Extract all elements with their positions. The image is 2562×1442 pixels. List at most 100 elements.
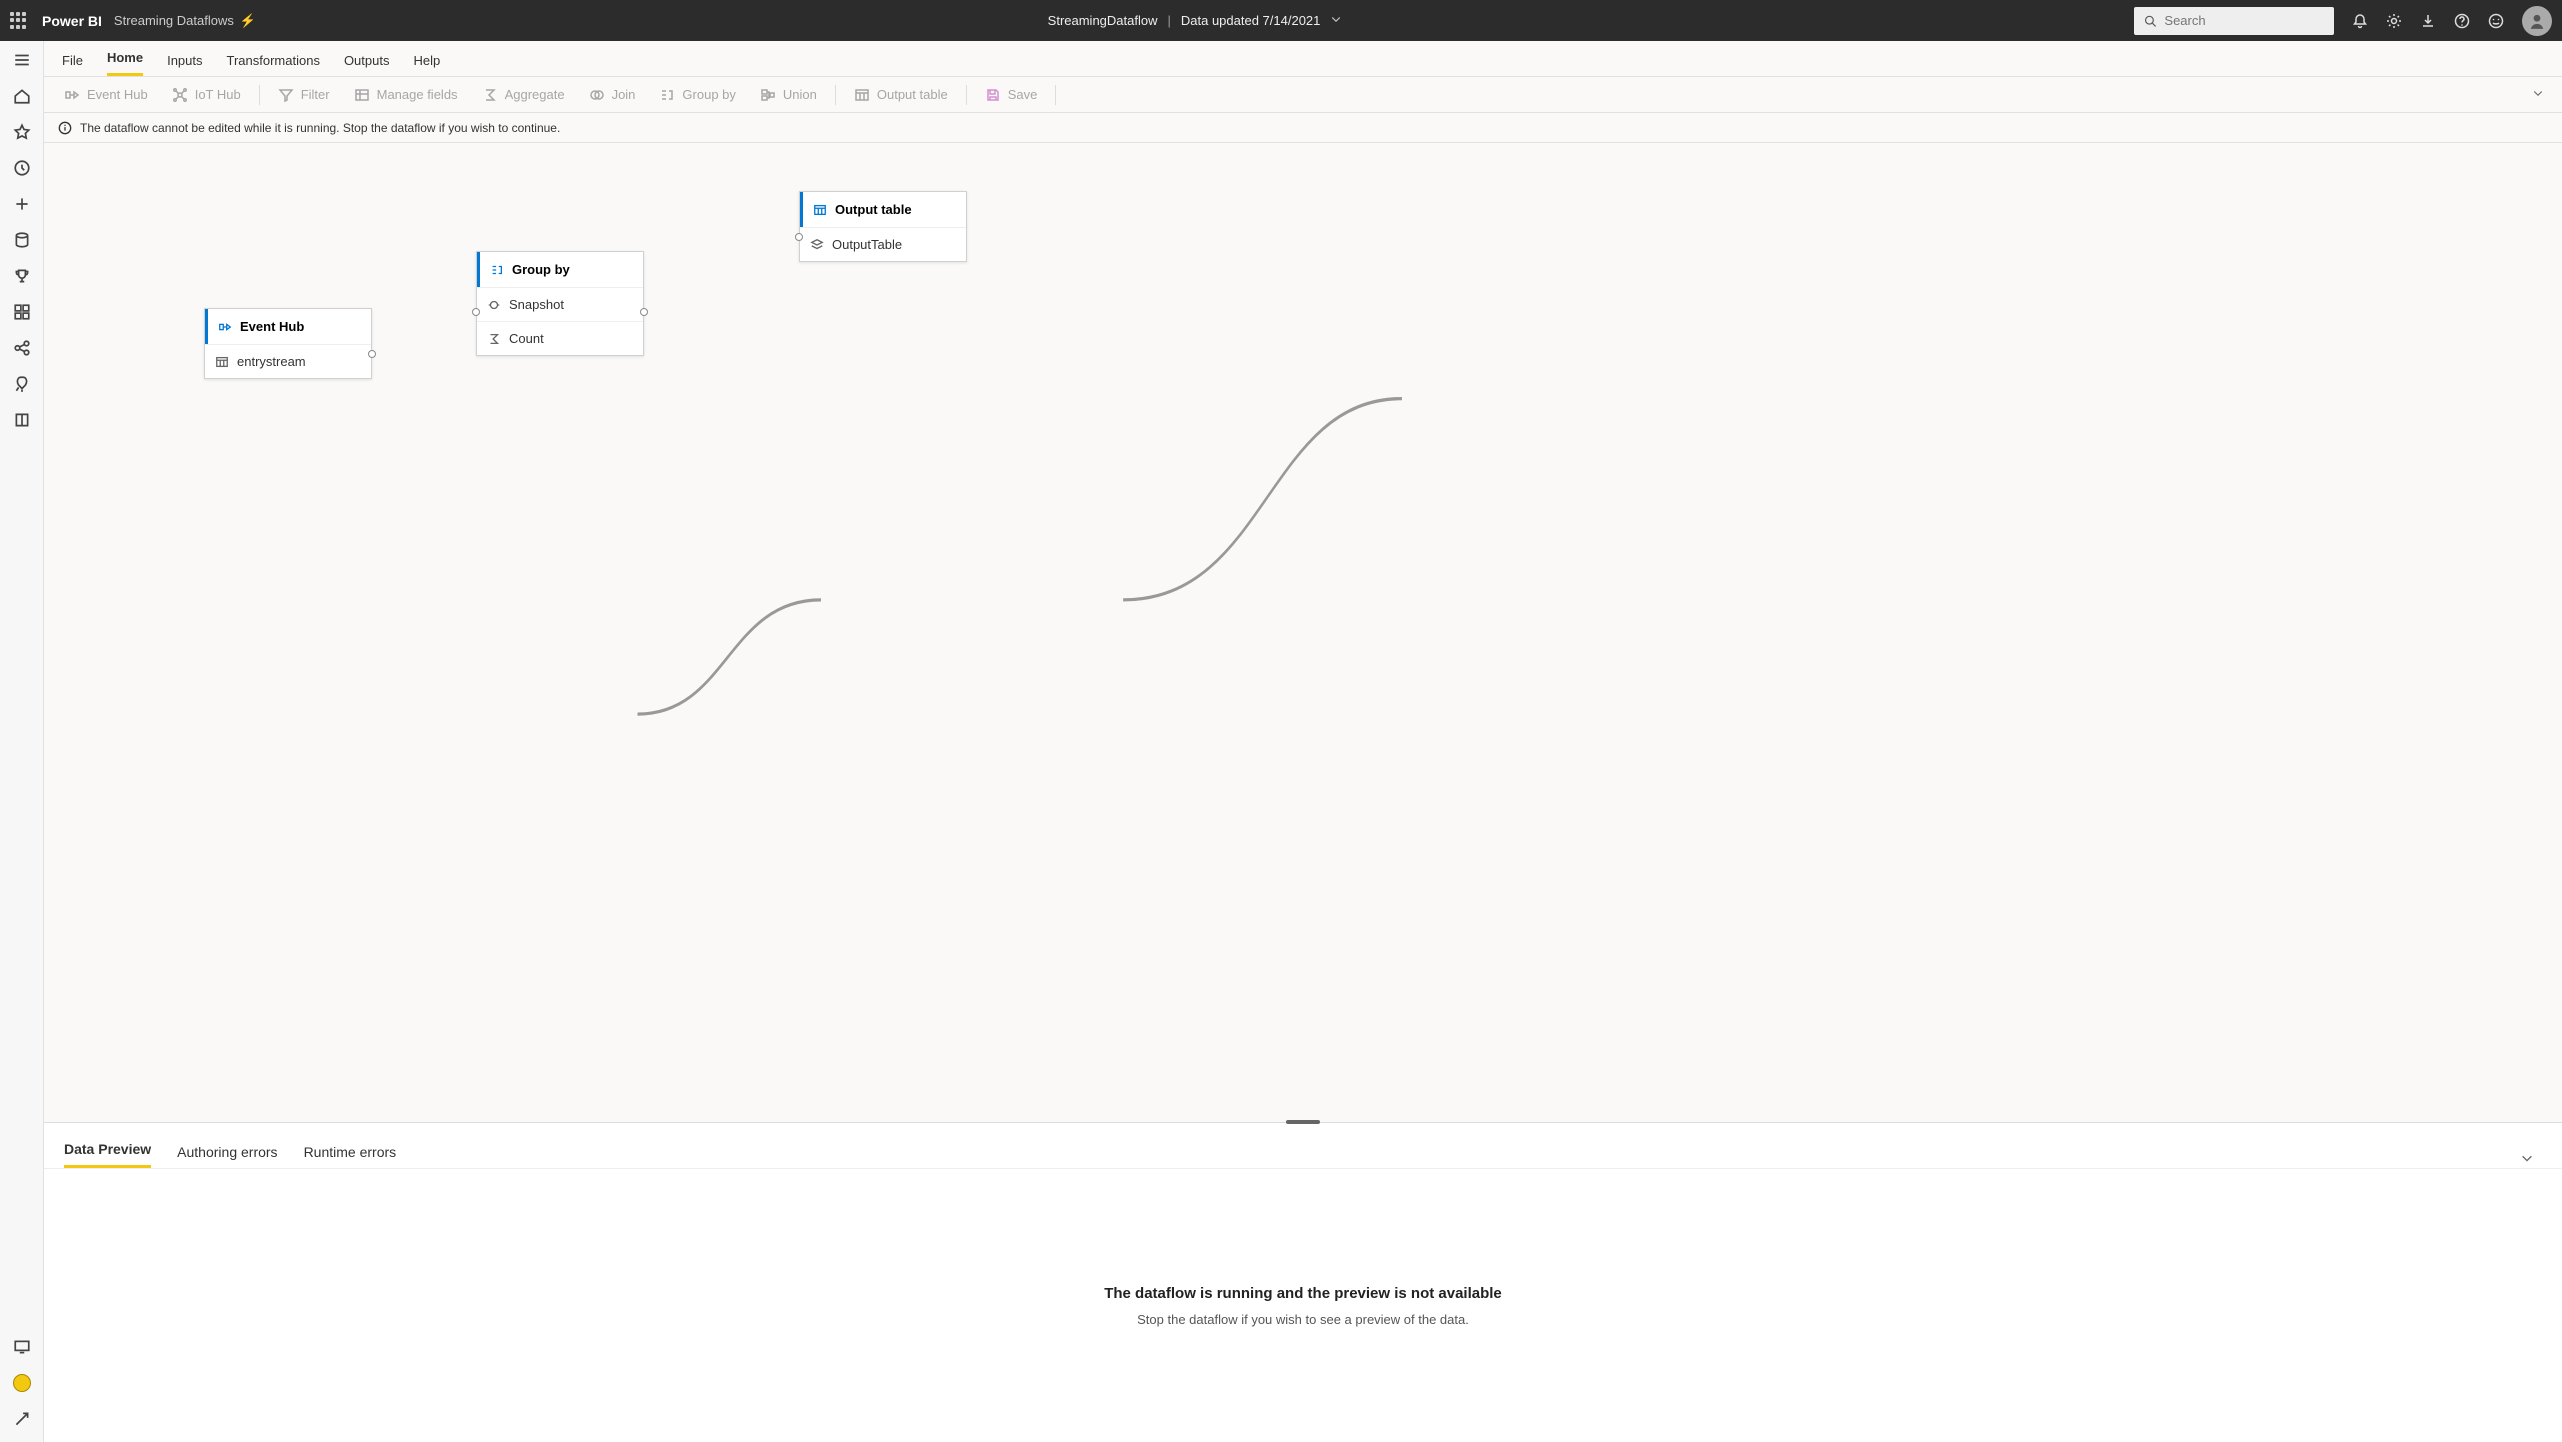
bp-tab-preview[interactable]: Data Preview [64, 1133, 151, 1168]
tab-help[interactable]: Help [413, 45, 440, 76]
ribbon-group-by-label: Group by [682, 87, 735, 102]
monitor-icon[interactable] [13, 1338, 31, 1356]
apps-icon[interactable] [13, 303, 31, 321]
ribbon-union-label: Union [783, 87, 817, 102]
hamburger-icon[interactable] [13, 51, 31, 69]
group-by-icon [659, 87, 675, 103]
bottom-panel-content: The dataflow is running and the preview … [44, 1169, 2562, 1442]
bp-tab-runtime[interactable]: Runtime errors [304, 1136, 397, 1168]
app-name: Power BI [42, 13, 102, 29]
aggregate-icon [482, 87, 498, 103]
ribbon-aggregate: Aggregate [472, 77, 575, 112]
ribbon-manage-fields-label: Manage fields [377, 87, 458, 102]
snapshot-icon [487, 298, 501, 312]
ribbon-filter-label: Filter [301, 87, 330, 102]
settings-icon[interactable] [2386, 13, 2402, 29]
book-icon[interactable] [13, 411, 31, 429]
bottom-panel: Data Preview Authoring errors Runtime er… [44, 1122, 2562, 1442]
drag-handle[interactable] [1286, 1120, 1320, 1124]
iot-hub-icon [172, 87, 188, 103]
node-group-by-row1: Snapshot [509, 297, 564, 312]
ribbon-iot-hub: IoT Hub [162, 77, 251, 112]
ribbon: Event Hub IoT Hub Filter Manage fields [44, 77, 2562, 113]
ribbon-save: Save [975, 77, 1048, 112]
ribbon-join: Join [579, 77, 646, 112]
trophy-icon[interactable] [13, 267, 31, 285]
infobar: The dataflow cannot be edited while it i… [44, 113, 2562, 143]
output-port[interactable] [640, 308, 648, 316]
ribbon-chevron[interactable] [2524, 87, 2552, 102]
ribbon-output-table: Output table [844, 77, 958, 112]
ribbon-group-by: Group by [649, 77, 745, 112]
tab-home[interactable]: Home [107, 42, 143, 76]
table-icon [215, 355, 229, 369]
tab-inputs[interactable]: Inputs [167, 45, 202, 76]
dataflow-name: StreamingDataflow [1048, 13, 1158, 28]
left-nav [0, 41, 44, 1442]
tab-file[interactable]: File [62, 45, 83, 76]
input-port[interactable] [795, 233, 803, 241]
workspace-badge[interactable] [13, 1374, 31, 1392]
tab-transformations[interactable]: Transformations [227, 45, 320, 76]
ribbon-iot-hub-label: IoT Hub [195, 87, 241, 102]
help-icon[interactable] [2454, 13, 2470, 29]
ribbon-event-hub-label: Event Hub [87, 87, 148, 102]
updated-text: Data updated 7/14/2021 [1181, 13, 1321, 28]
layer-icon [810, 238, 824, 252]
waffle-menu[interactable] [10, 12, 28, 30]
share-icon[interactable] [13, 339, 31, 357]
join-icon [589, 87, 605, 103]
node-group-by-title: Group by [512, 262, 570, 277]
event-hub-icon [218, 320, 232, 334]
expand-icon[interactable] [13, 1410, 31, 1428]
chevron-down-icon[interactable] [1330, 13, 1342, 28]
info-icon [58, 121, 72, 135]
manage-fields-icon [354, 87, 370, 103]
ribbon-event-hub: Event Hub [54, 77, 158, 112]
bp-message-sub: Stop the dataflow if you wish to see a p… [1137, 1312, 1469, 1327]
star-icon[interactable] [13, 123, 31, 141]
search-box[interactable] [2134, 7, 2334, 35]
node-event-hub-title: Event Hub [240, 319, 304, 334]
home-icon[interactable] [13, 87, 31, 105]
bp-tab-authoring[interactable]: Authoring errors [177, 1136, 277, 1168]
node-group-by-row2: Count [509, 331, 544, 346]
save-icon [985, 87, 1001, 103]
bp-message-title: The dataflow is running and the preview … [1104, 1285, 1502, 1302]
output-port[interactable] [368, 350, 376, 358]
event-hub-icon [64, 87, 80, 103]
ribbon-manage-fields: Manage fields [344, 77, 468, 112]
infobar-text: The dataflow cannot be edited while it i… [80, 121, 560, 135]
ribbon-output-table-label: Output table [877, 87, 948, 102]
plus-icon[interactable] [13, 195, 31, 213]
ribbon-aggregate-label: Aggregate [505, 87, 565, 102]
search-input[interactable] [2164, 13, 2324, 28]
ribbon-union: Union [750, 77, 827, 112]
output-table-icon [854, 87, 870, 103]
rocket-icon[interactable] [13, 375, 31, 393]
union-icon [760, 87, 776, 103]
input-port[interactable] [472, 308, 480, 316]
output-table-icon [813, 203, 827, 217]
download-icon[interactable] [2420, 13, 2436, 29]
canvas[interactable]: Event Hub entrystream Group by [44, 143, 2562, 1122]
avatar[interactable] [2522, 6, 2552, 36]
bottom-panel-chevron[interactable] [2512, 1151, 2542, 1168]
database-icon[interactable] [13, 231, 31, 249]
bolt-icon: ⚡ [240, 13, 256, 29]
recent-icon[interactable] [13, 159, 31, 177]
node-event-hub[interactable]: Event Hub entrystream [204, 308, 372, 379]
workspace-name: Streaming Dataflows [114, 13, 234, 28]
ribbon-join-label: Join [612, 87, 636, 102]
node-group-by[interactable]: Group by Snapshot Count [476, 251, 644, 356]
ribbon-save-label: Save [1008, 87, 1038, 102]
group-by-icon [490, 263, 504, 277]
node-output-table[interactable]: Output table OutputTable [799, 191, 967, 262]
notification-icon[interactable] [2352, 13, 2368, 29]
feedback-icon[interactable] [2488, 13, 2504, 29]
tab-outputs[interactable]: Outputs [344, 45, 390, 76]
search-icon [2144, 14, 2156, 28]
node-output-table-title: Output table [835, 202, 912, 217]
ribbon-filter: Filter [268, 77, 340, 112]
node-event-hub-row1: entrystream [237, 354, 306, 369]
